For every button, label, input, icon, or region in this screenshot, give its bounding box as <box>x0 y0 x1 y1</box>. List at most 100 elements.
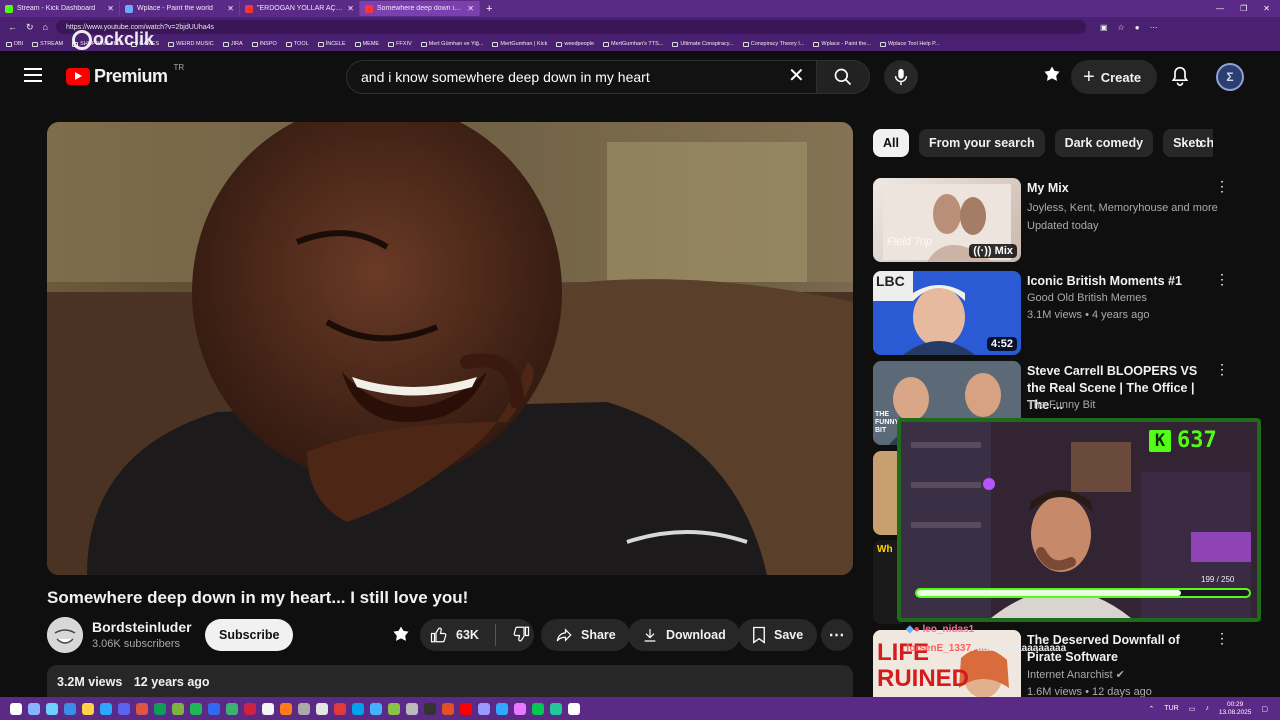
taskbar-app-icon[interactable] <box>190 702 202 715</box>
taskbar-app-icon[interactable] <box>568 702 580 715</box>
youtube-premium-logo[interactable]: Premium TR <box>66 63 184 87</box>
taskbar-app-icon[interactable] <box>172 702 184 715</box>
subscribe-button[interactable]: Subscribe <box>205 619 294 651</box>
taskbar-app-icon[interactable] <box>46 702 58 715</box>
taskbar-app-icon[interactable] <box>496 702 508 715</box>
dislike-button[interactable] <box>504 625 530 646</box>
taskbar-app-icon[interactable] <box>82 702 94 715</box>
taskbar-app-icon[interactable] <box>244 702 256 715</box>
chevron-right-icon[interactable]: › <box>1198 135 1203 153</box>
taskbar-app-icon[interactable] <box>136 702 148 715</box>
taskbar-app-icon[interactable] <box>316 702 328 715</box>
taskbar-app-icon[interactable] <box>208 702 220 715</box>
chip-all[interactable]: All <box>873 129 909 157</box>
bookmark-item[interactable]: MEME <box>354 41 379 47</box>
taskbar-app-icon[interactable] <box>352 702 364 715</box>
hamburger-menu-icon[interactable] <box>24 68 42 82</box>
video-player[interactable] <box>47 122 853 575</box>
url-field[interactable]: https://www.youtube.com/watch?v=2bjdUUha… <box>55 20 1086 34</box>
related-thumbnail[interactable]: LBC 4:52 <box>873 271 1021 355</box>
extension-icon[interactable]: ▣ <box>1100 23 1108 32</box>
taskbar-app-icon[interactable] <box>280 702 292 715</box>
search-button[interactable] <box>816 60 870 94</box>
taskbar-app-icon[interactable] <box>370 702 382 715</box>
bookmark-item[interactable]: WEIRD MUSIC <box>168 41 214 47</box>
clear-search-icon[interactable]: ✕ <box>788 66 805 86</box>
taskbar-app-icon[interactable] <box>424 702 436 715</box>
notifications-bell-icon[interactable] <box>1170 65 1190 92</box>
premium-gem-icon[interactable] <box>1042 65 1062 90</box>
voice-search-button[interactable] <box>884 60 918 94</box>
close-window-icon[interactable]: ✕ <box>1263 4 1270 13</box>
create-button[interactable]: + Create <box>1071 60 1158 94</box>
bookmark-item[interactable]: Wplace - Paint the... <box>813 41 871 47</box>
taskbar-app-icon[interactable] <box>262 702 274 715</box>
bookmark-item[interactable]: MertGumhan's TTS... <box>603 41 663 47</box>
bookmark-item[interactable]: TOOL <box>285 41 309 47</box>
tab-youtube-erdogan[interactable]: "ERDOĞAN YOLLAR AÇTI, GİDİP...✕ <box>240 1 360 16</box>
bookmark-item[interactable]: INSPO <box>251 41 277 47</box>
network-icon[interactable]: ▭ <box>1189 705 1196 713</box>
account-avatar[interactable]: Σ <box>1216 63 1244 91</box>
bookmark-item[interactable]: Wplace Tool Help P... <box>879 41 940 47</box>
related-title[interactable]: Iconic British Moments #1 <box>1027 273 1207 290</box>
taskbar-app-icon[interactable] <box>118 702 130 715</box>
share-button[interactable]: Share <box>541 619 630 651</box>
more-vertical-icon[interactable]: ⋮ <box>1215 272 1229 286</box>
channel-avatar[interactable] <box>47 617 83 653</box>
channel-name[interactable]: Bordsteinluder <box>92 619 192 635</box>
chip-sketch[interactable]: Sketch <box>1163 129 1213 157</box>
close-tab-icon[interactable]: ✕ <box>107 4 114 13</box>
language-indicator[interactable]: TUR <box>1164 705 1178 712</box>
premium-gem-action-icon[interactable] <box>387 619 415 651</box>
tray-chevron-icon[interactable]: ⌃ <box>1148 705 1154 713</box>
related-item-british-moments[interactable]: LBC 4:52 Iconic British Moments #1 Good … <box>873 271 1233 357</box>
taskbar-app-icon[interactable] <box>550 702 562 715</box>
taskbar-app-icon[interactable] <box>460 702 472 715</box>
related-title[interactable]: My Mix <box>1027 180 1207 197</box>
bookmark-item[interactable]: Ultimate Conspiracy... <box>672 41 734 47</box>
volume-icon[interactable]: ♪ <box>1205 705 1209 712</box>
bookmark-item[interactable]: İNCELE <box>317 41 346 47</box>
tab-wplace[interactable]: Wplace - Paint the world ✕ <box>120 1 240 16</box>
taskbar-app-icon[interactable] <box>442 702 454 715</box>
bookmark-star-icon[interactable]: ☆ <box>1118 23 1125 32</box>
more-vertical-icon[interactable]: ⋮ <box>1215 362 1229 376</box>
taskbar-app-icon[interactable] <box>478 702 490 715</box>
taskbar-app-icon[interactable] <box>100 702 112 715</box>
save-button[interactable]: Save <box>738 619 818 651</box>
more-actions-button[interactable]: ⋯ <box>821 619 853 651</box>
bookmark-item[interactable]: DBI <box>6 41 23 47</box>
download-button[interactable]: Download <box>628 619 740 651</box>
reload-icon[interactable]: ↻ <box>26 22 34 33</box>
taskbar-app-icon[interactable] <box>388 702 400 715</box>
bookmark-item[interactable]: weedpeople <box>556 41 594 47</box>
more-vertical-icon[interactable]: ⋮ <box>1215 179 1229 193</box>
bookmark-item[interactable]: Mert Gümhan ve Yiğ... <box>420 41 483 47</box>
bookmark-item[interactable]: FFXIV <box>388 41 412 47</box>
new-tab-button[interactable]: + <box>480 3 498 15</box>
back-icon[interactable]: ← <box>8 22 17 33</box>
taskbar-app-icon[interactable] <box>334 702 346 715</box>
taskbar-app-icon[interactable] <box>406 702 418 715</box>
maximize-icon[interactable]: ❐ <box>1240 4 1247 13</box>
taskbar-app-icon[interactable] <box>10 702 22 715</box>
like-button[interactable]: 63K <box>430 626 479 644</box>
related-thumbnail[interactable]: Field Trip ((·)) Mix <box>873 178 1021 262</box>
taskbar-app-icon[interactable] <box>532 702 544 715</box>
tab-youtube-current[interactable]: Somewhere deep down in m... ✕ <box>360 1 480 16</box>
close-tab-icon[interactable]: ✕ <box>467 4 474 13</box>
chip-from-your-search[interactable]: From your search <box>918 129 1045 157</box>
chip-dark-comedy[interactable]: Dark comedy <box>1054 129 1154 157</box>
menu-dots-icon[interactable]: ⋯ <box>1150 23 1158 32</box>
taskbar-app-icon[interactable] <box>226 702 238 715</box>
close-tab-icon[interactable]: ✕ <box>227 4 234 13</box>
bookmark-item[interactable]: STREAM <box>32 41 63 47</box>
taskbar-app-icon[interactable] <box>298 702 310 715</box>
more-vertical-icon[interactable]: ⋮ <box>1215 631 1229 645</box>
home-icon[interactable]: ⌂ <box>43 22 48 33</box>
notification-icon[interactable]: ▢ <box>1261 705 1268 713</box>
close-tab-icon[interactable]: ✕ <box>347 4 354 13</box>
clock[interactable]: 00:29 13.08.2025 <box>1219 701 1252 717</box>
related-item-my-mix[interactable]: Field Trip ((·)) Mix My Mix Joyless, Ken… <box>873 178 1233 264</box>
